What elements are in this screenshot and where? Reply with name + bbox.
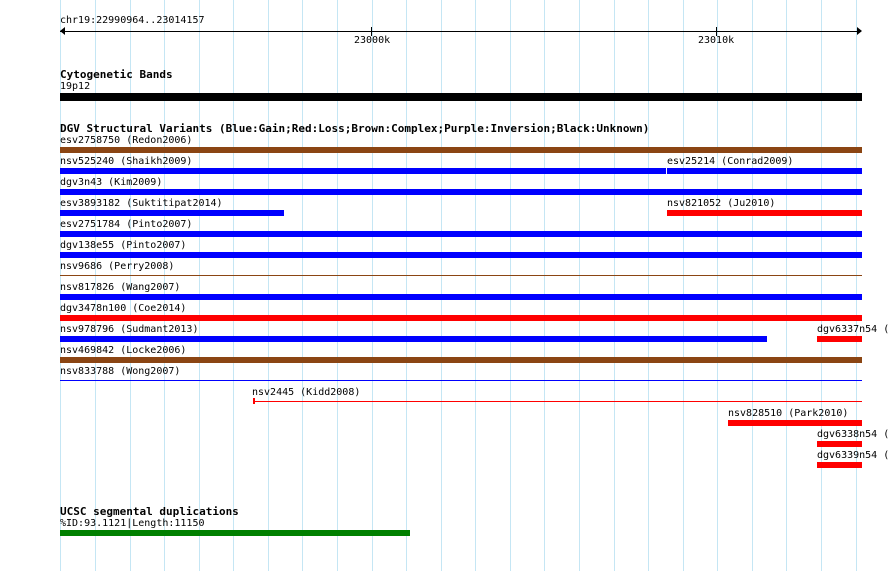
grid-line (475, 0, 476, 571)
grid-line (752, 0, 753, 571)
feature-label: nsv833788 (Wong2007) (60, 366, 181, 377)
grid-line (406, 0, 407, 571)
feature-label: dgv6339n54 ( (817, 450, 890, 461)
segdup-bar[interactable] (60, 530, 410, 536)
variant-bar-esv25214[interactable] (667, 168, 862, 174)
feature-label: esv3893182 (Suktitipat2014) (60, 198, 223, 209)
variant-bar-esv2758750[interactable] (60, 147, 862, 153)
grid-line (648, 0, 649, 571)
variant-bar-nsv817826[interactable] (60, 294, 862, 300)
variant-block-nsv2445 (253, 398, 255, 404)
grid-line (372, 0, 373, 571)
variant-bar-nsv828510[interactable] (728, 420, 862, 426)
ruler-tick-label: 23000k (354, 35, 391, 46)
grid-line (683, 0, 684, 571)
variant-bar-nsv821052[interactable] (667, 210, 862, 216)
grid-line (579, 0, 580, 571)
variant-bar-dgv6339n54[interactable] (817, 462, 862, 468)
feature-label: esv2758750 (Redon2006) (60, 135, 193, 146)
feature-label: nsv469842 (Locke2006) (60, 345, 187, 356)
feature-label: nsv821052 (Ju2010) (667, 198, 776, 209)
segdup-track-title[interactable]: UCSC segmental duplications (60, 505, 239, 518)
feature-label: esv2751784 (Pinto2007) (60, 219, 193, 230)
segdup-feature-label: %ID:93.1121|Length:11150 (60, 518, 205, 529)
ruler-left-arrow-icon[interactable] (60, 27, 65, 35)
feature-label: nsv525240 (Shaikh2009) (60, 156, 193, 167)
ruler-right-arrow-icon[interactable] (857, 27, 862, 35)
grid-line (441, 0, 442, 571)
variant-bar-dgv3478n100[interactable] (60, 315, 862, 321)
grid-line (717, 0, 718, 571)
feature-label: dgv3n43 (Kim2009) (60, 177, 163, 188)
grid-line (786, 0, 787, 571)
grid-line (302, 0, 303, 571)
grid-line (821, 0, 822, 571)
grid-line (268, 0, 269, 571)
variant-bar-nsv9686[interactable] (60, 275, 862, 276)
feature-label: nsv2445 (Kidd2008) (252, 387, 361, 398)
grid-line (337, 0, 338, 571)
ruler-tick-label: 23010k (698, 35, 735, 46)
variant-bar-nsv833788[interactable] (60, 380, 862, 381)
cytoband-bar[interactable] (60, 93, 862, 101)
feature-label: nsv817826 (Wang2007) (60, 282, 181, 293)
variant-bar-nsv978796[interactable] (60, 336, 767, 342)
feature-label: nsv828510 (Park2010) (728, 408, 849, 419)
feature-label: dgv6338n54 ( (817, 429, 890, 440)
variant-bar-nsv2445[interactable] (253, 401, 862, 402)
grid-line (614, 0, 615, 571)
grid-line (199, 0, 200, 571)
feature-label: dgv3478n100 (Coe2014) (60, 303, 187, 314)
variant-bar-nsv469842[interactable] (60, 357, 862, 363)
cytoband-label: 19p12 (60, 81, 91, 92)
feature-label: dgv6337n54 ( (817, 324, 890, 335)
ruler-axis[interactable] (60, 31, 861, 32)
grid-line (510, 0, 511, 571)
feature-label: nsv978796 (Sudmant2013) (60, 324, 199, 335)
ruler-location-label: chr19:22990964..23014157 (60, 15, 205, 26)
variant-bar-dgv6338n54[interactable] (817, 441, 862, 447)
grid-line (544, 0, 545, 571)
grid-line (856, 0, 857, 571)
variant-bar-esv2751784[interactable] (60, 231, 862, 237)
variant-bar-dgv6337n54[interactable] (817, 336, 862, 342)
grid-line (233, 0, 234, 571)
feature-label: nsv9686 (Perry2008) (60, 261, 175, 272)
cytoband-track-title[interactable]: Cytogenetic Bands (60, 68, 173, 81)
variant-bar-nsv525240[interactable] (60, 168, 666, 174)
dgv-track-title[interactable]: DGV Structural Variants (Blue:Gain;Red:L… (60, 122, 649, 135)
variant-bar-esv3893182[interactable] (60, 210, 284, 216)
feature-label: dgv138e55 (Pinto2007) (60, 240, 187, 251)
feature-label: esv25214 (Conrad2009) (667, 156, 794, 167)
variant-bar-dgv3n43[interactable] (60, 189, 862, 195)
variant-bar-dgv138e55[interactable] (60, 252, 862, 258)
